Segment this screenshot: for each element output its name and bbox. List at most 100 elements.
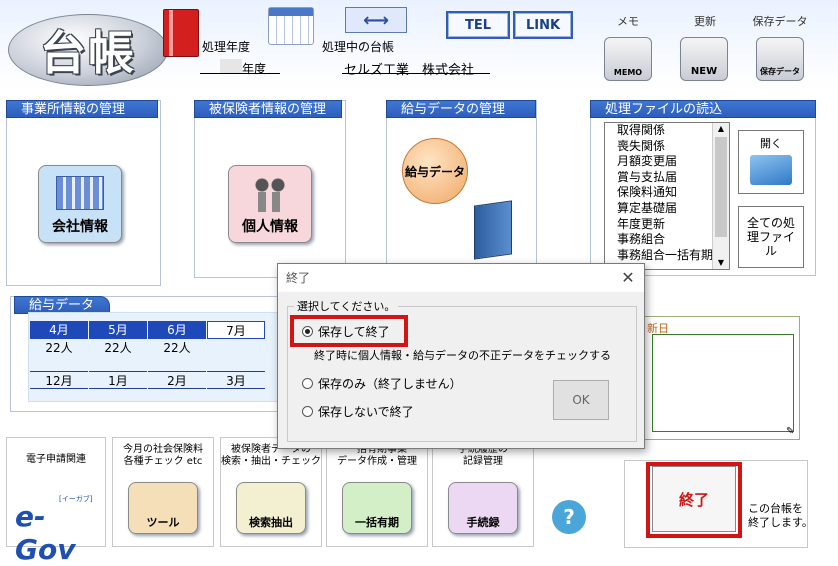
switch-arrows-icon[interactable]: ⟷ [345, 7, 407, 33]
exit-caption: この台帳を 終了します。 [748, 502, 813, 529]
radio-exit-nosave-label: 保存しないで終了 [318, 405, 414, 419]
list-item[interactable]: 保険料通知 [605, 185, 729, 201]
check-invalid-data[interactable]: 終了時に個人情報・給与データの不正データをチェックする [314, 347, 611, 363]
exit-button-highlight [646, 462, 742, 538]
binder-icon [474, 200, 512, 260]
scroll-thumb[interactable] [715, 137, 727, 237]
year-value: 年度 [242, 62, 267, 76]
radio-save-only[interactable]: 保存のみ（終了しません） [302, 375, 462, 392]
file-list-scrollbar[interactable]: ▲ ▼ [712, 123, 729, 269]
open-file-label: 開く [760, 137, 782, 150]
logo-text: 台帳 [40, 26, 136, 80]
pencil-icon[interactable]: ✎ [786, 426, 794, 437]
tel-button[interactable]: TEL [446, 11, 510, 39]
month-mar[interactable]: 3月 [207, 371, 265, 389]
radio-empty-icon [302, 378, 313, 389]
tool-button-label: ツール [146, 516, 180, 529]
egov-sub: [イーガブ] [59, 495, 93, 503]
month-feb[interactable]: 2月 [148, 371, 206, 389]
exit-dialog: 終了 ✕ 選択してください。 保存して終了 終了時に個人情報・給与データの不正デ… [277, 263, 645, 449]
tool-tile: 今月の社会保険料 各種チェック etc ツール [112, 437, 214, 547]
tool-button[interactable]: ツール [128, 482, 198, 534]
update-icon[interactable]: NEW [680, 37, 728, 81]
list-item[interactable]: 算定基礎届 [605, 201, 729, 217]
egov-label: 電子申請関連 [26, 454, 86, 465]
processing-year-label: 処理年度 [202, 40, 251, 54]
scroll-down-icon[interactable]: ▼ [713, 257, 729, 269]
company-name: セルズ工業 株式会社 [344, 63, 475, 78]
radio-save-only-label: 保存のみ（終了しません） [318, 377, 462, 391]
salary-data-label: 給与データ [404, 164, 465, 179]
year-underline [200, 73, 280, 74]
dialog-title: 終了 [278, 264, 644, 292]
month-may[interactable]: 5月 [89, 321, 147, 339]
people-icon [250, 176, 290, 212]
save-data-label: 保存データ [752, 15, 808, 28]
list-item[interactable]: 年度更新 [605, 217, 729, 233]
month-jul[interactable]: 7月 [207, 321, 265, 339]
app-logo: 台帳 [8, 14, 168, 86]
company-info-button[interactable]: 会社情報 [38, 165, 122, 243]
building-icon [56, 176, 104, 210]
list-item[interactable]: 賞与支払届 [605, 170, 729, 186]
list-item[interactable]: 喪失関係 [605, 139, 729, 155]
memo-label: メモ [617, 15, 639, 28]
search-button-label: 検索抽出 [249, 516, 293, 529]
batch-button-label: 一括有期 [355, 516, 399, 529]
social-check-label: 今月の社会保険料 各種チェック etc [123, 444, 203, 467]
month-jun[interactable]: 6月 [148, 321, 206, 339]
personal-info-button[interactable]: 個人情報 [228, 165, 312, 243]
update-label: 更新 [694, 15, 716, 28]
help-icon[interactable]: ? [552, 500, 586, 534]
memo-textbox[interactable] [652, 334, 794, 432]
files-title: 処理ファイルの読込 [590, 100, 816, 118]
link-button[interactable]: LINK [513, 11, 573, 39]
salary-title: 給与データの管理 [386, 100, 536, 118]
personal-info-label: 個人情報 [242, 219, 298, 235]
group-label: 選択してください。 [294, 298, 399, 314]
list-item[interactable]: 月額変更届 [605, 154, 729, 170]
save-data-icon-text: 保存データ [760, 67, 800, 76]
year-redaction [220, 59, 242, 73]
count-apr: 22人 [45, 341, 73, 355]
calendar-icon[interactable] [268, 7, 314, 45]
month-jan[interactable]: 1月 [89, 371, 147, 389]
radio-exit-nosave[interactable]: 保存しないで終了 [302, 403, 414, 420]
count-jun: 22人 [163, 341, 191, 355]
save-data-icon[interactable]: 保存データ [756, 37, 804, 81]
count-may: 22人 [104, 341, 132, 355]
list-item[interactable]: 事務組合 [605, 232, 729, 248]
month-dec[interactable]: 12月 [30, 371, 88, 389]
egov-logo[interactable]: e-Gov [15, 500, 105, 566]
scroll-up-icon[interactable]: ▲ [713, 123, 729, 135]
company-info-label: 会社情報 [52, 219, 108, 235]
insured-title: 被保険者情報の管理 [194, 100, 342, 118]
office-title: 事業所情報の管理 [6, 100, 158, 118]
ok-button[interactable]: OK [553, 380, 609, 420]
procedure-button[interactable]: 手続録 [448, 482, 518, 534]
processing-book-label: 処理中の台帳 [322, 40, 395, 54]
batch-tile: 一括有期事業 データ作成・管理 一括有期 [326, 437, 428, 547]
memo-icon[interactable]: MEMO [604, 37, 652, 81]
open-file-button[interactable]: 開く [738, 130, 804, 194]
egov-tile: 電子申請関連 e-Gov [イーガブ] [6, 437, 106, 566]
memo-icon-text: MEMO [613, 68, 643, 77]
update-icon-text: NEW [690, 66, 718, 77]
search-button[interactable]: 検索抽出 [236, 482, 306, 534]
company-underline [342, 73, 490, 74]
save-exit-highlight [290, 315, 408, 347]
list-item[interactable]: 事務組合一括有期 [605, 248, 729, 264]
procedure-button-label: 手続録 [466, 516, 500, 529]
list-item[interactable]: 取得関係 [605, 123, 729, 139]
procedure-tile: 手続履歴の 記録管理 手続録 [432, 437, 534, 547]
all-files-label: 全ての処理ファイル [746, 216, 795, 258]
ledger-book-icon [163, 9, 199, 57]
batch-button[interactable]: 一括有期 [342, 482, 412, 534]
salary-data-button[interactable]: 給与データ [402, 138, 468, 204]
radio-empty-icon [302, 406, 313, 417]
close-icon[interactable]: ✕ [618, 268, 638, 288]
folder-icon [750, 155, 792, 185]
check-invalid-data-label: 終了時に個人情報・給与データの不正データをチェックする [314, 349, 611, 362]
all-files-button[interactable]: 全ての処理ファイル [738, 206, 804, 268]
month-apr[interactable]: 4月 [30, 321, 88, 339]
